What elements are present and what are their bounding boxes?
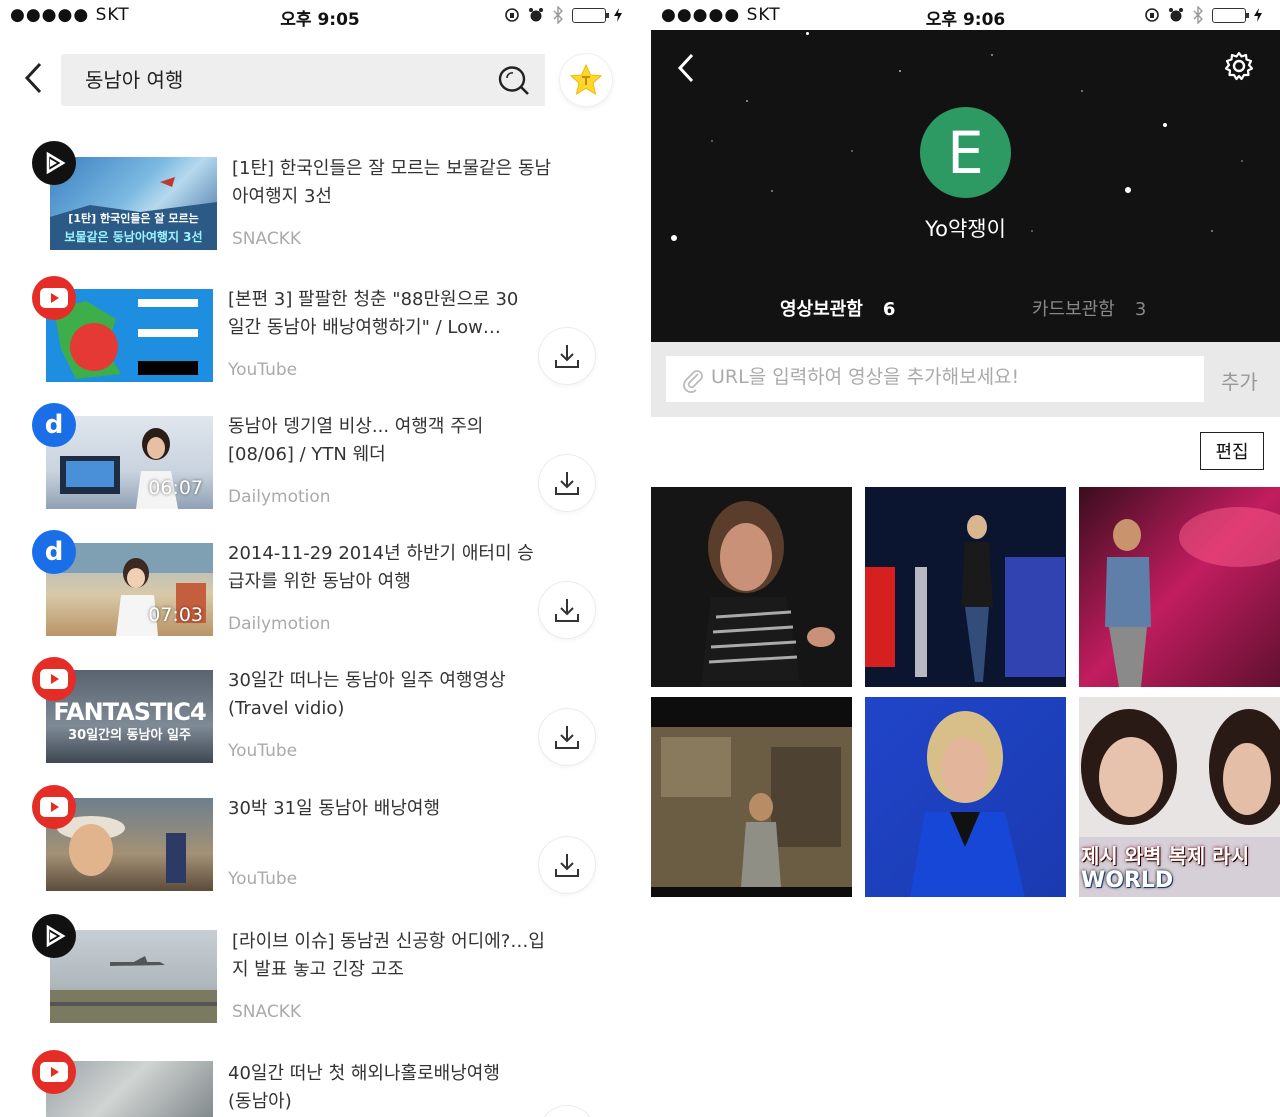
- tab-card-locker[interactable]: 카드보관함 3: [1032, 295, 1146, 321]
- snackk-badge-icon: [32, 914, 76, 958]
- download-icon: [555, 472, 579, 495]
- settings-gear-icon[interactable]: [1223, 50, 1255, 82]
- list-item[interactable]: [라이브 이슈] 동남권 신공항 어디에?…입 지 발표 놓고 긴장 고조 SN…: [0, 914, 640, 1034]
- status-bar: ●●●●● SKT 오후 9:05: [0, 0, 640, 30]
- back-arrow-icon[interactable]: [22, 60, 46, 96]
- download-button[interactable]: [539, 455, 595, 511]
- status-icons: [1144, 6, 1262, 24]
- search-results-screen: ●●●●● SKT 오후 9:05 [1: [0, 0, 640, 1117]
- charging-icon: [614, 8, 622, 22]
- alarm-icon: [529, 8, 543, 22]
- dailymotion-badge-icon: d: [32, 403, 76, 447]
- video-title[interactable]: 30박 31일 동남아 배낭여행: [228, 795, 558, 823]
- alarm-icon: [1169, 8, 1183, 22]
- charging-icon: [1254, 8, 1262, 22]
- list-item[interactable]: 07:03 d 2014-11-29 2014년 하반기 애터미 승 급자를 위…: [0, 530, 640, 650]
- download-button[interactable]: [539, 709, 595, 765]
- saved-video-tile[interactable]: [651, 487, 852, 687]
- rotation-lock-icon: [1145, 8, 1159, 22]
- back-arrow-icon[interactable]: [676, 52, 696, 84]
- list-item[interactable]: FANTASTIC4 30일간의 동남아 일주 30일간 떠나는 동남아 일주 …: [0, 657, 640, 777]
- snackk-badge-icon: [32, 141, 76, 185]
- saved-video-tile[interactable]: [865, 697, 1066, 897]
- saved-video-tile[interactable]: 제시 와벽 복제 라시 WORLD: [1079, 697, 1280, 897]
- video-source: Dailymotion: [228, 614, 331, 634]
- video-title[interactable]: [1탄] 한국인들은 잘 모르는 보물같은 동남 아여행지 3선: [232, 155, 562, 211]
- youtube-badge-icon: [32, 1050, 76, 1094]
- star-icon: [569, 63, 603, 96]
- bluetooth-icon: [553, 6, 563, 24]
- bluetooth-icon: [1193, 6, 1203, 24]
- profile-screen: ●●●●● SKT 오후 9:06 E Yo약쟁이 영상보관함 6 카드보관함 …: [651, 0, 1280, 1117]
- video-title[interactable]: [본편 3] 팔팔한 청춘 "88만원으로 30 일간 동남아 배낭여행하기" …: [228, 286, 558, 342]
- video-title[interactable]: 2014-11-29 2014년 하반기 애터미 승 급자를 위한 동남아 여행: [228, 540, 558, 596]
- download-icon: [555, 854, 579, 877]
- rotation-lock-icon: [505, 8, 519, 22]
- video-thumbnail[interactable]: [50, 930, 217, 1023]
- search-icon[interactable]: [497, 64, 531, 96]
- list-item[interactable]: [1탄] 한국인들은 잘 모르는 보물같은 동남아여행지 3선 [1탄] 한국인…: [0, 141, 640, 261]
- video-source: SNACKK: [232, 229, 302, 249]
- card-count: 3: [1134, 299, 1147, 320]
- video-source: SNACKK: [232, 1002, 302, 1022]
- status-bar: ●●●●● SKT 오후 9:06: [651, 0, 1280, 30]
- download-button[interactable]: [539, 582, 595, 638]
- youtube-badge-icon: [32, 785, 76, 829]
- video-count: 6: [882, 299, 896, 320]
- thumbnail-caption: WORLD: [1081, 868, 1174, 893]
- paperclip-icon: [683, 370, 703, 393]
- download-icon: [555, 726, 579, 749]
- download-icon: [555, 599, 579, 622]
- thumbnail-caption: FANTASTIC4: [53, 698, 206, 726]
- download-icon: [555, 345, 579, 368]
- list-item[interactable]: [본편 3] 팔팔한 청춘 "88만원으로 30 일간 동남아 배낭여행하기" …: [0, 276, 640, 396]
- saved-video-tile[interactable]: [651, 697, 852, 897]
- youtube-badge-icon: [32, 657, 76, 701]
- download-button[interactable]: [539, 837, 595, 893]
- screen-divider: [640, 0, 651, 1117]
- thumbnail-caption: 30일간의 동남아 일주: [68, 728, 191, 743]
- url-add-bar: 추가: [651, 342, 1280, 417]
- search-input[interactable]: [85, 66, 485, 90]
- search-box[interactable]: [61, 54, 545, 106]
- video-source: YouTube: [228, 741, 298, 761]
- thumbnail-caption: [1탄] 한국인들은 잘 모르는: [68, 212, 199, 225]
- download-button[interactable]: [539, 328, 595, 384]
- video-source: YouTube: [228, 869, 298, 889]
- video-thumbnail[interactable]: [1탄] 한국인들은 잘 모르는 보물같은 동남아여행지 3선: [50, 157, 217, 250]
- list-item[interactable]: 30박 31일 동남아 배낭여행 YouTube: [0, 785, 640, 905]
- video-title[interactable]: [라이브 이슈] 동남권 신공항 어디에?…입 지 발표 놓고 긴장 고조: [232, 928, 562, 984]
- username: Yo약쟁이: [925, 217, 1006, 241]
- profile-header: E Yo약쟁이 영상보관함 6 카드보관함 3: [651, 30, 1280, 342]
- url-field[interactable]: [666, 356, 1204, 402]
- thumbnail-caption: 보물같은 동남아여행지 3선: [64, 230, 203, 244]
- dailymotion-badge-icon: d: [32, 530, 76, 574]
- saved-video-tile[interactable]: [1079, 487, 1280, 687]
- video-title[interactable]: 동남아 뎅기열 비상... 여행객 주의 [08/06] / YTN 웨더: [228, 413, 558, 469]
- youtube-badge-icon: [32, 276, 76, 320]
- list-item[interactable]: 40일간 떠난 첫 해외나홀로배낭여행 (동남아): [0, 1048, 640, 1117]
- video-source: YouTube: [228, 360, 298, 380]
- video-duration: 06:07: [148, 477, 203, 499]
- video-title[interactable]: 30일간 떠나는 동남아 일주 여행영상 (Travel vidio): [228, 667, 558, 723]
- edit-button[interactable]: 편집: [1200, 432, 1264, 470]
- video-source: Dailymotion: [228, 487, 331, 507]
- battery-icon: [572, 7, 609, 23]
- battery-icon: [1212, 7, 1249, 23]
- favorite-star-button[interactable]: [560, 54, 612, 106]
- list-item[interactable]: 06:07 d 동남아 뎅기열 비상... 여행객 주의 [08/06] / Y…: [0, 403, 640, 523]
- url-input[interactable]: [711, 366, 1191, 388]
- tab-video-locker[interactable]: 영상보관함 6: [780, 295, 895, 321]
- status-icons: [504, 6, 622, 24]
- saved-video-tile[interactable]: [865, 487, 1066, 687]
- thumbnail-caption: 제시 와벽 복제 라시: [1081, 844, 1250, 868]
- add-button[interactable]: 추가: [1221, 366, 1258, 395]
- video-title[interactable]: 40일간 떠난 첫 해외나홀로배낭여행 (동남아): [228, 1060, 558, 1116]
- video-duration: 07:03: [148, 604, 203, 626]
- avatar[interactable]: E: [920, 107, 1011, 198]
